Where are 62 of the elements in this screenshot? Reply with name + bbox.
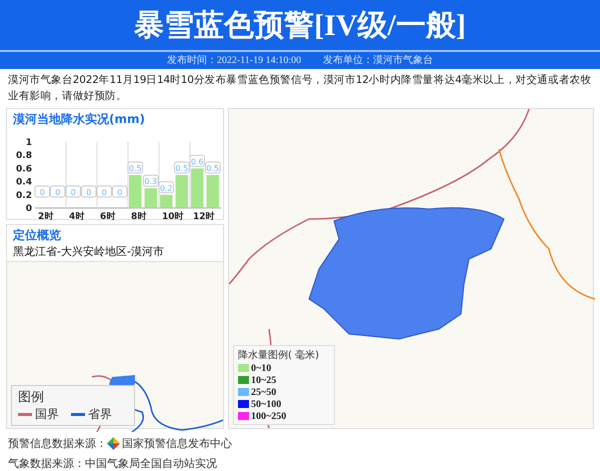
value-label: 0 (96, 186, 112, 198)
value-label: 0 (34, 186, 50, 198)
publisher: 发布单位：漠河市气象台 (323, 54, 434, 68)
y-tick-label: 0 (26, 204, 32, 214)
x-tick-label: 6时 (100, 212, 116, 220)
value-label: 0.5 (205, 162, 220, 174)
source-label: 预警信息数据来源： (8, 436, 107, 450)
bar (176, 175, 188, 208)
legend-label: 省界 (88, 406, 112, 423)
data-label: 0 (70, 188, 76, 197)
legend-label: 100~250 (251, 410, 286, 422)
data-label: 0 (40, 188, 45, 197)
panel-title: 定位概览 (12, 227, 62, 244)
value-label: 0.2 (158, 181, 174, 194)
location-path: 黑龙江省-大兴安岭地区-漠河市 (12, 244, 165, 260)
y-tick-label: 0.8 (16, 151, 32, 162)
bar (129, 175, 142, 208)
bar (144, 188, 157, 208)
value-label: 0.5 (128, 162, 143, 174)
value-label: 0 (66, 186, 81, 198)
value-label: 0 (81, 186, 96, 198)
data-label: 0 (102, 188, 107, 197)
data-label: 0.3 (144, 177, 158, 186)
legend-label: 国界 (35, 406, 59, 423)
x-tick-label: 8时 (131, 212, 146, 220)
panel-title: 漠河当地降水实况(mm) (12, 111, 146, 128)
data-label: 0 (86, 188, 92, 197)
data-label: 0 (117, 188, 122, 197)
data-label: 0.5 (128, 164, 142, 173)
value-label: 0.3 (143, 174, 158, 187)
data-label: 0 (55, 188, 60, 197)
x-tick-label: 2时 (38, 212, 54, 220)
bar (206, 175, 219, 208)
data-label: 0.5 (206, 164, 220, 173)
legend-label: 25~50 (251, 386, 276, 398)
x-tick-label: 10时 (162, 212, 184, 220)
value-label: 0 (112, 186, 128, 198)
y-tick-label: 0.6 (16, 164, 32, 174)
legend-title: 图例 (18, 389, 45, 406)
x-tick-label: 4时 (69, 212, 84, 220)
publish-time: 发布时间：2022-11-19 14:10:00 (166, 54, 302, 68)
data-label: 0.5 (175, 164, 188, 173)
legend-label: 10~25 (251, 374, 276, 386)
y-tick-label: 0.4 (16, 178, 32, 188)
source-label: 气象数据来源： (8, 456, 85, 470)
data-label: 0.6 (190, 157, 204, 166)
y-tick-label: 1 (26, 138, 32, 148)
legend-label: 50~100 (251, 398, 282, 410)
legend-label: 0~10 (251, 362, 272, 374)
value-label: 0 (50, 186, 66, 198)
bar (191, 168, 204, 208)
warning-description: 漠河市气象台2022年11月19日14时10分发布暴雪蓝色预警信号，漠河市12小时内降雪量将达4毫米以上，对交通或者农牧业有影响，请做好预防。 (7, 73, 592, 104)
data-label: 0.2 (160, 184, 173, 193)
x-tick-label: 12时 (193, 212, 215, 220)
warning-title: 暴雪蓝色预警[IV级/一般] (134, 8, 466, 44)
source-name: 国家预警信息发布中心 (122, 436, 232, 450)
value-label: 0.5 (174, 162, 190, 174)
bar (160, 194, 172, 208)
source-name: 中国气象局全国自动站实况 (85, 456, 217, 470)
value-label: 0.6 (190, 154, 205, 167)
legend-title: 降水量图例( 毫米) (238, 348, 320, 362)
y-tick-label: 0.2 (16, 190, 32, 201)
